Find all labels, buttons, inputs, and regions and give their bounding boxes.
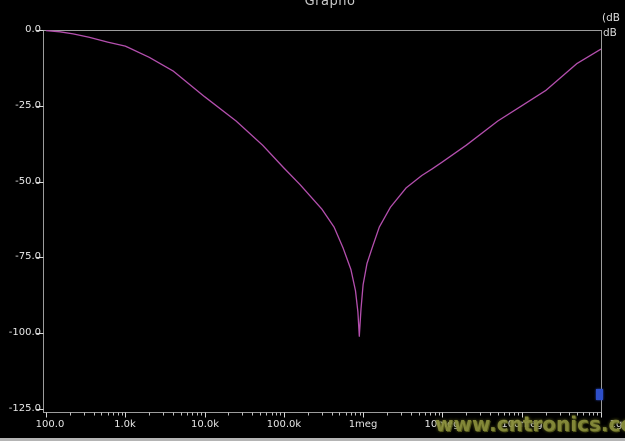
y-axis-tick-label: -100.0 — [0, 327, 41, 338]
y-axis-tick-label: 0.0 — [0, 24, 41, 35]
x-axis-tick-label: 1meg — [328, 419, 398, 430]
y-axis-tick-label: -75.0 — [0, 251, 41, 262]
watermark: www.cntronics.com — [435, 412, 625, 436]
graph-window: Grapho (dB dB 0.0 -25.0 -50.0 -75.0 -100… — [0, 0, 625, 441]
plot-canvas — [0, 0, 625, 441]
x-axis-tick-label: 1.0k — [90, 419, 160, 430]
x-axis-tick-label: 100.0 — [15, 419, 85, 430]
y-axis-tick-label: -25.0 — [0, 100, 41, 111]
cursor-marker[interactable] — [596, 389, 603, 400]
x-axis-tick-label: 100.0k — [249, 419, 319, 430]
x-axis-tick-label: 10.0k — [170, 419, 240, 430]
y-axis-tick-label: -50.0 — [0, 176, 41, 187]
response-curve — [46, 31, 601, 337]
y-axis-tick-label: -125.0 — [0, 403, 41, 414]
